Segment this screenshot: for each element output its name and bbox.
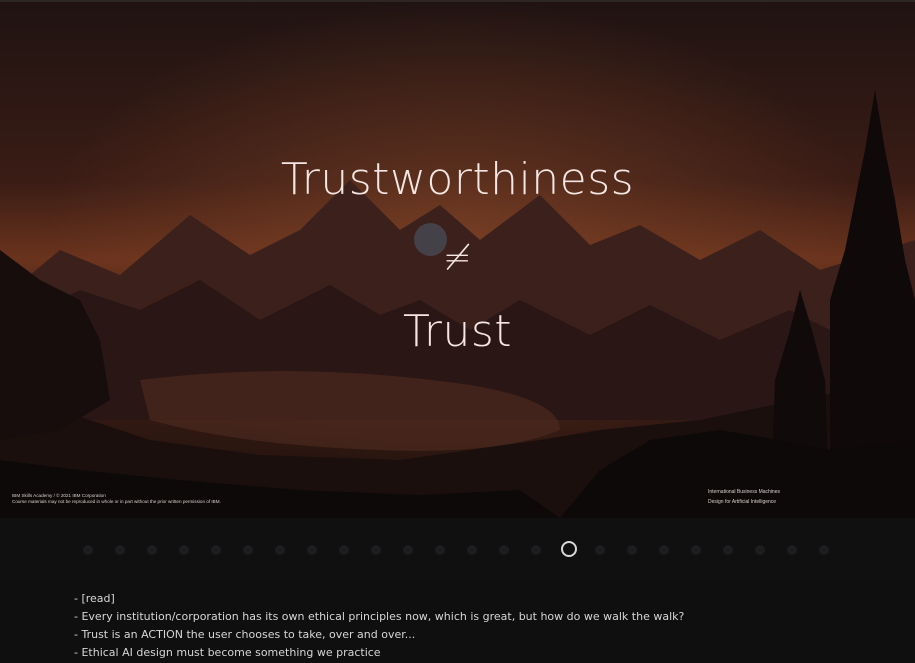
note-line: - Every institution/corporation has its … xyxy=(74,610,685,623)
slide-dot[interactable] xyxy=(531,545,541,555)
slide-dot[interactable] xyxy=(467,545,477,555)
slide-dot[interactable] xyxy=(307,545,317,555)
slide-navigation-bar xyxy=(0,518,915,580)
slide-dot[interactable] xyxy=(819,545,829,555)
slide-dot[interactable] xyxy=(275,545,285,555)
slide-dot[interactable] xyxy=(787,545,797,555)
note-line: - Ethical AI design must become somethin… xyxy=(74,646,381,659)
slide-dot[interactable] xyxy=(83,545,93,555)
presentation-viewer: Trustworthiness ≠ Trust IBM Skills Acade… xyxy=(0,0,915,663)
speaker-notes: - [read] - Every institution/corporation… xyxy=(74,590,684,662)
pointer-cursor xyxy=(414,223,447,256)
not-equal-symbol: ≠ xyxy=(443,238,472,278)
slide-dot[interactable] xyxy=(243,545,253,555)
slide-title-line1: Trustworthiness xyxy=(280,154,635,205)
slide-dot[interactable] xyxy=(659,545,669,555)
note-line: - Trust is an ACTION the user chooses to… xyxy=(74,628,416,641)
slide-dot[interactable] xyxy=(627,545,637,555)
copyright-disclaimer: Course materials may not be reproduced i… xyxy=(12,499,221,504)
note-line: - [read] xyxy=(74,592,115,605)
slide-dot[interactable] xyxy=(595,545,605,555)
copyright-footer: IBM Skills Academy / © 2021 IBM Corporat… xyxy=(12,493,221,505)
slide-dot[interactable] xyxy=(211,545,221,555)
slide-dot[interactable] xyxy=(115,545,125,555)
course-name: Design for Artificial Intelligence xyxy=(708,499,777,505)
company-name: International Business Machines xyxy=(708,489,780,495)
slide-canvas: Trustworthiness ≠ Trust IBM Skills Acade… xyxy=(0,0,915,518)
slide-dot[interactable] xyxy=(435,545,445,555)
course-footer: International Business Machines Design f… xyxy=(708,487,780,507)
slide-dot[interactable] xyxy=(147,545,157,555)
slide-dot[interactable] xyxy=(179,545,189,555)
slide-dot[interactable] xyxy=(755,545,765,555)
slide-dot[interactable] xyxy=(403,545,413,555)
slide-top-border xyxy=(0,0,915,2)
slide-dot[interactable] xyxy=(371,545,381,555)
slide-dot[interactable] xyxy=(499,545,509,555)
slide-dot[interactable] xyxy=(723,545,733,555)
slide-dot[interactable] xyxy=(339,545,349,555)
slide-dot[interactable] xyxy=(691,545,701,555)
slide-title-line3: Trust xyxy=(402,306,513,357)
slide-dot-active[interactable] xyxy=(561,541,577,557)
